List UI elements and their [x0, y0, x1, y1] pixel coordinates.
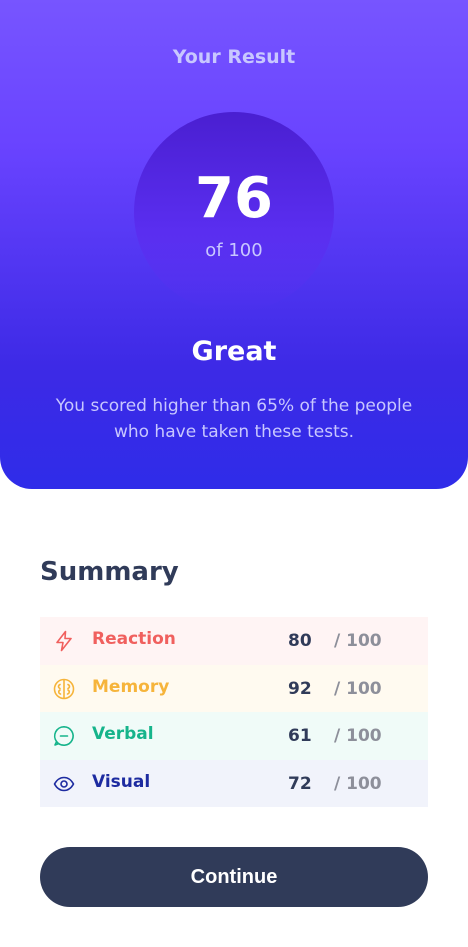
brain-icon: [52, 677, 76, 701]
row-label: Memory: [92, 676, 170, 697]
result-grade: Great: [191, 336, 277, 367]
row-score: 92: [288, 678, 312, 699]
summary-title: Summary: [40, 557, 179, 587]
score-value: 76: [195, 166, 273, 231]
row-score: 61: [288, 726, 312, 746]
summary-row-memory: Memory 92 / 100: [40, 664, 428, 712]
row-total: / 100: [334, 631, 382, 651]
score-total: of 100: [205, 240, 263, 261]
row-total: / 100: [334, 678, 382, 699]
summary-row-reaction: Reaction 80 / 100: [40, 617, 428, 665]
result-heading: Your Result: [172, 46, 296, 68]
row-label: Verbal: [92, 724, 154, 744]
eye-icon: [52, 772, 76, 796]
summary-row-visual: Visual 72 / 100: [40, 759, 428, 807]
row-total: / 100: [334, 726, 382, 746]
row-score: 80: [288, 631, 312, 651]
chat-bubble-icon: [52, 724, 76, 748]
row-total: / 100: [334, 773, 382, 794]
summary-row-verbal: Verbal 61 / 100: [40, 712, 428, 760]
result-description: You scored higher than 65% of the people…: [55, 396, 413, 442]
row-score: 72: [288, 773, 312, 794]
score-circle: 76 of 100: [134, 112, 334, 312]
continue-button[interactable]: Continue: [40, 847, 428, 907]
row-label: Reaction: [92, 629, 176, 649]
summary-list: Reaction 80 / 100 Memory 92 / 100 Verbal…: [40, 617, 428, 807]
result-card: Your Result 76 of 100 Great You scored h…: [0, 0, 468, 489]
lightning-icon: [52, 629, 76, 653]
row-label: Visual: [92, 771, 151, 792]
